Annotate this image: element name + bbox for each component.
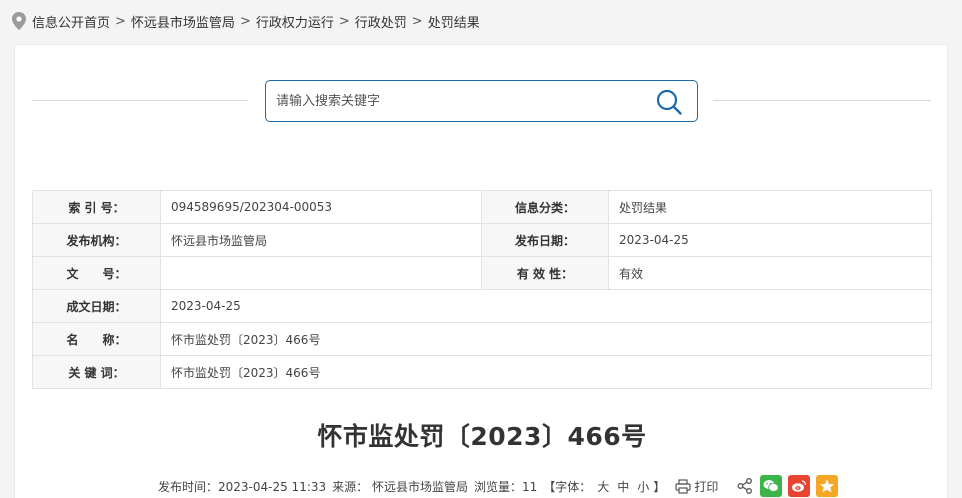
search-input[interactable]: [266, 81, 646, 121]
breadcrumb-item-admin-penalty[interactable]: 行政处罚: [355, 12, 407, 31]
document-number-label: 文 号：: [32, 256, 161, 290]
search-box: [265, 80, 698, 122]
font-size-end: 】: [653, 479, 666, 494]
font-size-small[interactable]: 小: [637, 478, 649, 495]
publish-date-label: 发布日期：: [481, 223, 609, 257]
metadata-table: 索 引 号： 094589695/202304-00053 信息分类： 处罚结果…: [32, 190, 932, 389]
breadcrumb-separator: >: [115, 13, 126, 29]
breadcrumb-item-admin-power[interactable]: 行政权力运行: [256, 12, 334, 31]
index-number-value: 094589695/202304-00053: [160, 190, 482, 224]
print-label: 打印: [694, 479, 719, 494]
table-row: 文 号： 有 效 性： 有效: [32, 256, 932, 290]
document-number-value: [160, 256, 482, 290]
table-row: 名 称： 怀市监处罚〔2023〕466号: [32, 322, 932, 356]
breadcrumb-separator: >: [338, 13, 350, 29]
wechat-share-button[interactable]: [760, 475, 783, 497]
qzone-star-icon: [820, 479, 835, 493]
qzone-share-button[interactable]: [816, 475, 839, 497]
keywords-label: 关 键 词：: [32, 355, 161, 389]
table-row: 发布机构： 怀远县市场监管局 发布日期： 2023-04-25: [32, 223, 932, 257]
category-label: 信息分类：: [481, 190, 609, 224]
keywords-value: 怀市监处罚〔2023〕466号: [160, 355, 932, 389]
breadcrumb-separator: >: [239, 13, 251, 29]
printer-icon: [675, 478, 691, 494]
name-label: 名 称：: [32, 322, 161, 356]
breadcrumb-separator: >: [411, 13, 423, 29]
index-number-label: 索 引 号：: [32, 190, 161, 224]
view-count: 浏览量：11: [473, 479, 538, 494]
breadcrumb-item-home[interactable]: 信息公开首页: [32, 12, 110, 31]
table-row: 成文日期： 2023-04-25: [32, 289, 932, 323]
breadcrumb-item-penalty-results[interactable]: 处罚结果: [428, 12, 480, 31]
validity-value: 有效: [608, 256, 932, 290]
publisher-value: 怀远县市场监管局: [160, 223, 482, 257]
breadcrumb-item-bureau[interactable]: 怀远县市场监管局: [131, 12, 235, 31]
font-size-medium[interactable]: 中: [617, 478, 629, 495]
wechat-icon: [763, 480, 780, 492]
breadcrumb: 信息公开首页 > 怀远县市场监管局 > 行政权力运行 > 行政处罚 > 处罚结果: [12, 11, 480, 31]
created-date-value: 2023-04-25: [160, 289, 932, 323]
table-row: 索 引 号： 094589695/202304-00053 信息分类： 处罚结果: [32, 190, 932, 224]
publish-date-value: 2023-04-25: [608, 223, 932, 257]
print-button[interactable]: 打印: [675, 478, 724, 495]
created-date-label: 成文日期：: [32, 289, 161, 323]
weibo-share-button[interactable]: [788, 475, 811, 497]
share-icon[interactable]: [736, 477, 754, 495]
validity-label: 有 效 性：: [481, 256, 609, 290]
source: 来源： 怀远县市场监管局: [332, 479, 468, 494]
content-panel: 索 引 号： 094589695/202304-00053 信息分类： 处罚结果…: [14, 44, 948, 498]
name-value: 怀市监处罚〔2023〕466号: [160, 322, 932, 356]
article-info-bar: 发布时间：2023-04-25 11:33 来源： 怀远县市场监管局 浏览量：1…: [158, 475, 844, 497]
divider-left: [32, 100, 248, 101]
location-pin-icon: [12, 12, 26, 30]
weibo-icon: [792, 480, 807, 492]
publisher-label: 发布机构：: [32, 223, 161, 257]
table-row: 关 键 词： 怀市监处罚〔2023〕466号: [32, 355, 932, 389]
search-icon[interactable]: [655, 88, 683, 116]
font-size-label: 【字体：: [543, 479, 592, 494]
publish-time: 发布时间：2023-04-25 11:33: [158, 479, 327, 494]
divider-right: [713, 100, 931, 101]
category-value: 处罚结果: [608, 190, 932, 224]
font-size-large[interactable]: 大: [597, 478, 609, 495]
document-title: 怀市监处罚〔2023〕466号: [317, 422, 647, 451]
